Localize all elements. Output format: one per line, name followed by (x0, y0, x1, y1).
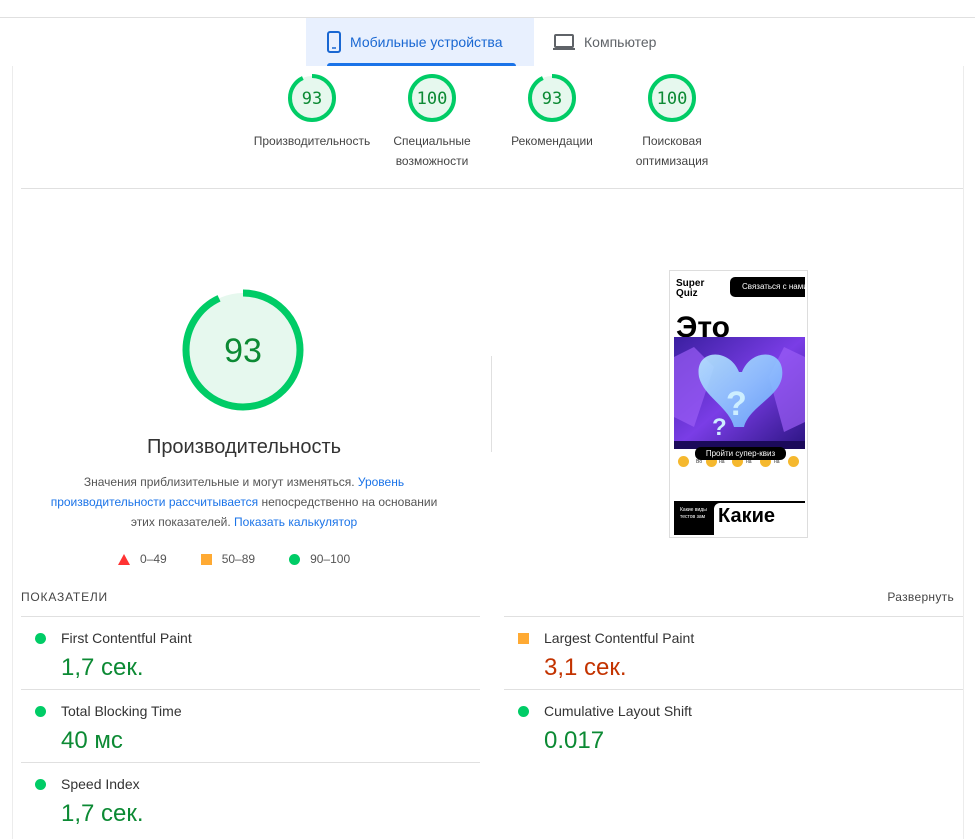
svg-text:?: ? (726, 385, 747, 423)
legend-average-label: 50–89 (221, 552, 256, 566)
fail-triangle-icon (118, 553, 130, 565)
metric-cls-value: 0.017 (544, 727, 605, 754)
card-border-right (963, 66, 964, 839)
gauge-best-practices[interactable]: 93 Рекомендации (492, 73, 612, 151)
desc-text-1: Значения приблизительные и могут изменят… (83, 475, 358, 489)
metrics-divider (504, 689, 963, 690)
pass-circle-icon (35, 633, 46, 644)
svg-text:?: ? (712, 414, 727, 441)
thumb-logo: Super Quiz (676, 278, 705, 299)
metric-fcp-value: 1,7 сек. (61, 654, 144, 681)
legend-pass: 90–100 (289, 552, 350, 566)
thumb-hero-image: ? ? (674, 337, 805, 449)
thumb-quiz-button: Пройти супер-квиз (695, 447, 786, 460)
legend-average: 50–89 (200, 552, 256, 566)
performance-description: Значения приблизительные и могут изменят… (44, 472, 444, 532)
gauge-performance-label: Производительность (253, 134, 371, 148)
thumb-bottom-text: Какие (718, 505, 776, 527)
thumb-contact-button: Связаться с нами (730, 277, 805, 297)
metric-tbt-value: 40 мс (61, 727, 123, 754)
smartphone-icon (326, 31, 342, 53)
card-border-left (12, 66, 13, 839)
metrics-divider (21, 762, 480, 763)
legend-pass-label: 90–100 (310, 552, 351, 566)
tab-mobile-label: Мобильные устройства (350, 34, 503, 50)
pass-circle-icon (289, 553, 301, 565)
gauge-accessibility-label: Специальные возможности (393, 134, 471, 168)
average-square-icon (200, 553, 212, 565)
score-legend: 0–49 50–89 90–100 (118, 552, 384, 566)
metric-cls-name: Cumulative Layout Shift (544, 703, 692, 719)
gauge-performance-score: 93 (302, 89, 322, 109)
active-tab-indicator (327, 63, 516, 66)
legend-fail-label: 0–49 (140, 552, 167, 566)
metric-si-value: 1,7 сек. (61, 800, 144, 827)
gauge-seo-score: 100 (657, 89, 688, 109)
gauge-seo[interactable]: 100 Поисковая оптимизация (612, 73, 732, 171)
show-calculator-link[interactable]: Показать калькулятор (234, 515, 357, 529)
pass-circle-icon (35, 706, 46, 717)
final-screenshot: Super Quiz Связаться с нами Это ? ? Во н… (669, 270, 808, 538)
gauge-accessibility-score: 100 (417, 89, 448, 109)
vertical-divider (491, 356, 492, 452)
metrics-header: ПОКАЗАТЕЛИ (21, 590, 108, 604)
tab-desktop-label: Компьютер (584, 34, 657, 50)
tab-desktop[interactable]: Компьютер (548, 18, 698, 66)
gauge-performance[interactable]: 93 Производительность (252, 73, 372, 151)
tab-mobile[interactable]: Мобильные устройства (306, 18, 534, 66)
metrics-divider (21, 616, 480, 617)
pass-circle-icon (35, 779, 46, 790)
gauge-best-practices-label: Рекомендации (511, 134, 593, 148)
performance-gauge: 93 (180, 287, 306, 418)
metric-lcp-value: 3,1 сек. (544, 654, 627, 681)
metric-si-name: Speed Index (61, 776, 140, 792)
gauge-accessibility[interactable]: 100 Специальные возможности (372, 73, 492, 171)
performance-score: 93 (224, 332, 262, 370)
gauge-seo-label: Поисковая оптимизация (635, 134, 709, 168)
metric-lcp-name: Largest Contentful Paint (544, 630, 695, 646)
metrics-divider (504, 616, 963, 617)
pass-circle-icon (518, 706, 529, 717)
metric-tbt-name: Total Blocking Time (61, 703, 182, 719)
metrics-divider (21, 689, 480, 690)
performance-title: Производительность (146, 436, 342, 458)
thumb-dark-card: Какие виды тестов зам (676, 503, 714, 535)
legend-fail: 0–49 (118, 552, 167, 566)
gauge-best-practices-score: 93 (542, 89, 562, 109)
laptop-icon (552, 33, 576, 51)
metric-fcp-name: First Contentful Paint (61, 630, 192, 646)
expand-view-button[interactable]: Развернуть (887, 590, 954, 604)
section-divider (21, 188, 963, 189)
average-square-icon (518, 633, 529, 644)
